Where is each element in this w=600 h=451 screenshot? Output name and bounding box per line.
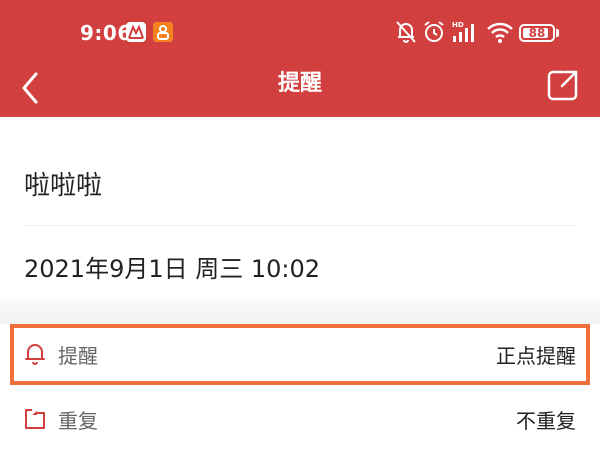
share-button[interactable] <box>545 67 581 103</box>
reminder-detail: 啦啦啦 2021年9月1日 周三 10:02 提醒 正点提醒 重复 不重复 <box>0 117 600 450</box>
event-datetime[interactable]: 2021年9月1日 周三 10:02 <box>24 249 320 284</box>
reminder-label: 提醒 <box>58 344 98 368</box>
battery-level-text: 88 <box>528 26 546 40</box>
battery-tip <box>556 29 559 37</box>
alarm-clock-icon <box>424 21 444 42</box>
app-badge-icon <box>153 22 173 42</box>
repeat-value: 不重复 <box>516 409 576 433</box>
wifi-icon <box>487 22 513 43</box>
repeat-setting-row[interactable]: 重复 不重复 <box>10 389 590 451</box>
status-time: 9:06 <box>80 21 132 45</box>
bell-off-icon <box>396 21 416 43</box>
reminder-value: 正点提醒 <box>496 344 576 368</box>
battery-icon: 88 <box>519 24 555 42</box>
app-badge-icon <box>126 22 146 42</box>
signal-hd-icon: HD <box>452 21 474 42</box>
status-bar: 9:06 HD 88 <box>0 0 600 62</box>
event-title: 啦啦啦 <box>24 171 103 201</box>
nav-bar: 提醒 <box>0 62 600 117</box>
reminder-setting-row[interactable]: 提醒 正点提醒 <box>10 324 590 386</box>
repeat-icon <box>25 409 45 429</box>
bell-icon <box>25 344 45 365</box>
share-external-icon <box>547 70 578 101</box>
section-gap <box>0 300 600 324</box>
app-header: 9:06 HD 88 提醒 <box>0 0 600 117</box>
repeat-label: 重复 <box>58 409 98 433</box>
page-title: 提醒 <box>277 71 322 96</box>
svg-text:HD: HD <box>452 21 464 29</box>
divider <box>24 225 576 226</box>
